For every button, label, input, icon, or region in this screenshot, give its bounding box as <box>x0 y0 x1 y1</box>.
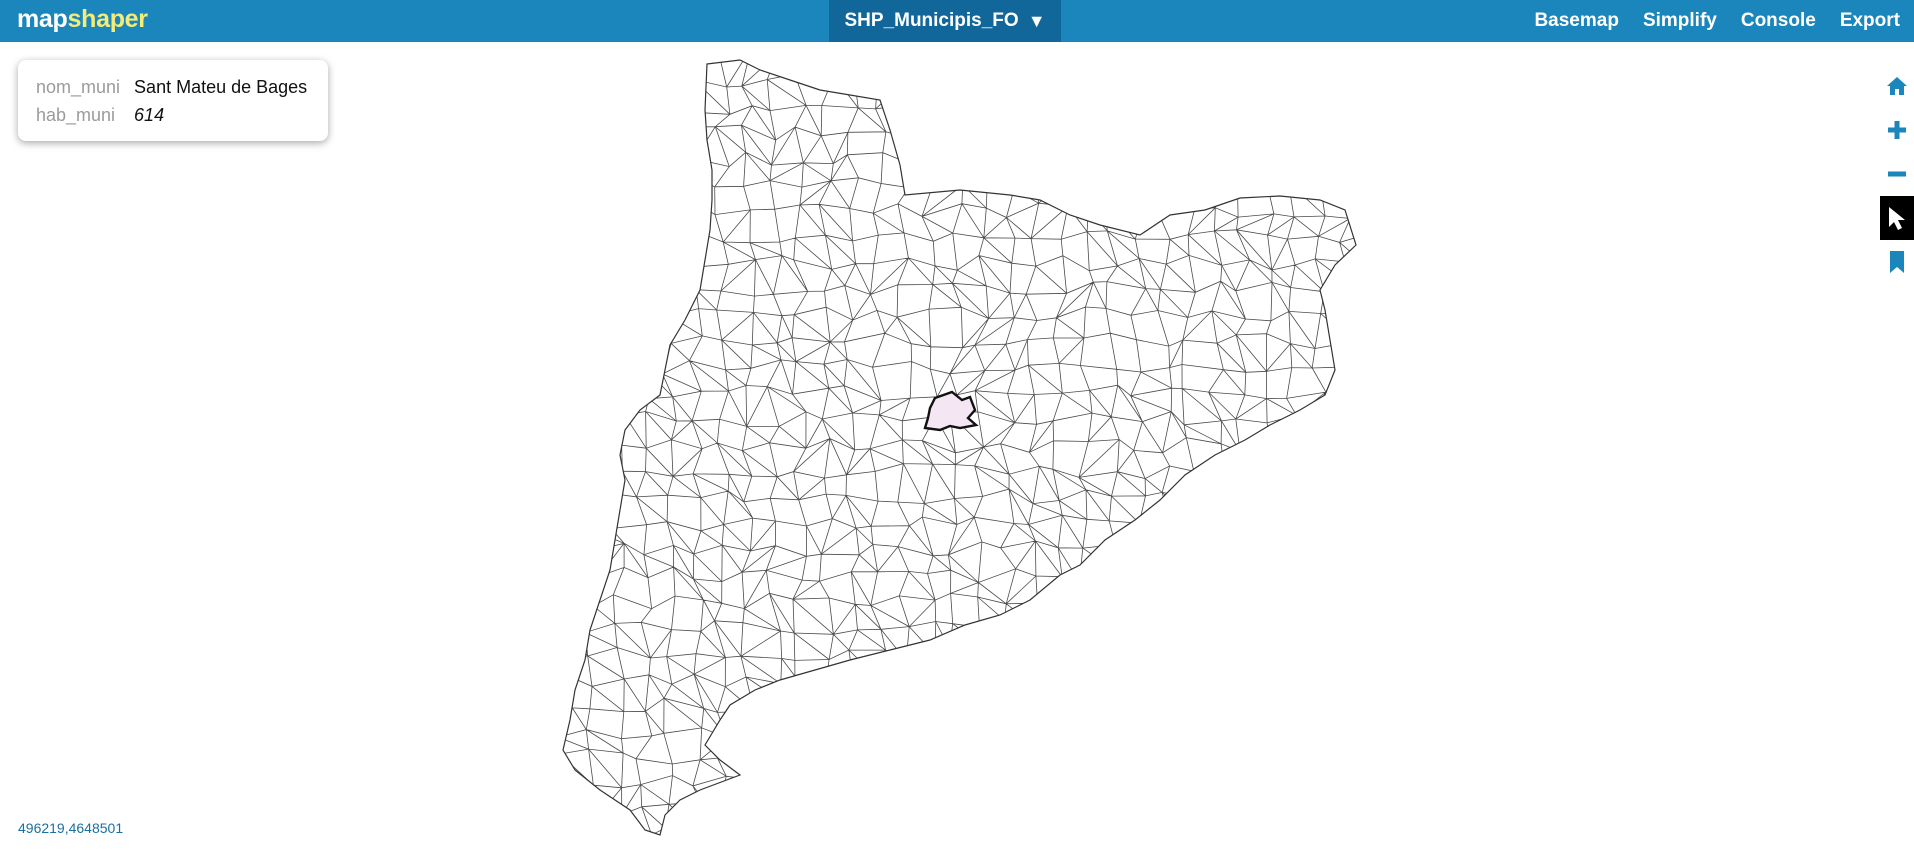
home-icon <box>1887 77 1907 95</box>
zoom-out-button[interactable] <box>1880 152 1914 196</box>
layer-menu-button[interactable]: SHP_Municipis_FO ▼ <box>829 0 1061 42</box>
attribute-key: nom_muni <box>36 77 121 97</box>
simplify-button[interactable]: Simplify <box>1643 10 1717 32</box>
logo-map-text: map <box>17 5 68 33</box>
attribute-value: Sant Mateu de Bages <box>134 77 308 97</box>
feature-attributes-table: nom_muni Sant Mateu de Bages hab_muni 61… <box>36 73 307 129</box>
selected-municipality[interactable] <box>923 390 979 432</box>
map-svg[interactable] <box>0 42 1914 850</box>
table-row: nom_muni Sant Mateu de Bages <box>36 73 307 101</box>
bookmark-icon <box>1890 251 1904 273</box>
caret-down-icon: ▼ <box>1027 10 1046 31</box>
layer-name: SHP_Municipis_FO <box>844 10 1019 31</box>
attribute-value: 614 <box>134 105 165 125</box>
zoom-in-icon <box>1888 121 1906 139</box>
basemap-button[interactable]: Basemap <box>1534 10 1619 32</box>
map-tool-buttons <box>1880 64 1914 284</box>
top-bar: mapshaper SHP_Municipis_FO ▼ Basemap Sim… <box>0 0 1914 42</box>
zoom-in-button[interactable] <box>1880 108 1914 152</box>
feature-info-popup: nom_muni Sant Mateu de Bages hab_muni 61… <box>18 60 328 141</box>
zoom-out-icon <box>1888 171 1906 177</box>
console-button[interactable]: Console <box>1741 10 1816 32</box>
pointer-select-icon <box>1889 207 1905 230</box>
home-button[interactable] <box>1880 64 1914 108</box>
table-row: hab_muni 614 <box>36 101 307 129</box>
map-canvas[interactable] <box>0 42 1914 850</box>
municipality-boundaries <box>563 60 1356 835</box>
coordinates-readout: 496219,4648501 <box>18 820 124 836</box>
bookmark-button[interactable] <box>1880 240 1914 284</box>
attribute-key: hab_muni <box>36 105 116 125</box>
pointer-select-button[interactable] <box>1880 196 1914 240</box>
logo-shaper-text: shaper <box>67 5 148 33</box>
main-nav: Basemap Simplify Console Export <box>1510 0 1900 42</box>
export-button[interactable]: Export <box>1840 10 1900 32</box>
mapshaper-logo: mapshaper <box>17 5 148 34</box>
